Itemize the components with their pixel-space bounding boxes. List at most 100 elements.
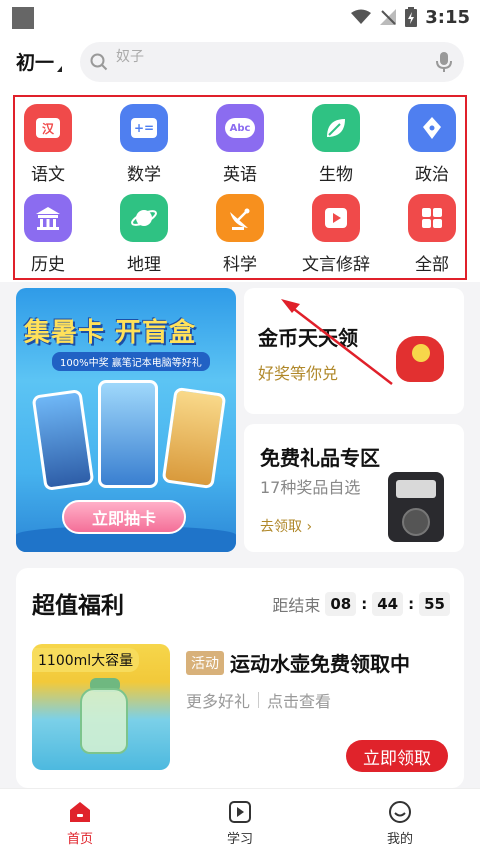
- device-screen: [396, 480, 436, 498]
- status-time: 3:15: [425, 6, 470, 28]
- leaf-icon: [327, 119, 345, 137]
- english-icon: Abc: [216, 104, 264, 152]
- product-title[interactable]: 活动 运动水壶免费领取中: [186, 648, 410, 677]
- search-icon: [90, 53, 108, 71]
- coin-title: 金币天天领: [258, 326, 358, 350]
- banner-subtitle: 100%中奖 赢笔记本电脑等好礼: [52, 352, 210, 371]
- countdown: 距结束 08 : 44 : 55: [272, 592, 450, 616]
- home-icon: [70, 802, 90, 822]
- coin-card[interactable]: 金币天天领 好奖等你兑: [244, 288, 464, 414]
- tab-mine[interactable]: 我的: [320, 789, 480, 853]
- subject-geography[interactable]: 地理: [99, 188, 189, 278]
- subject-label: 英语: [223, 165, 257, 185]
- product-name: 运动水壶免费领取中: [230, 652, 410, 676]
- video-icon: [325, 208, 347, 228]
- subject-label: 语文: [31, 165, 65, 185]
- caret-icon: [57, 66, 63, 72]
- grade-selector[interactable]: 初一: [16, 48, 63, 75]
- grid-icon: [422, 208, 442, 228]
- countdown-hours: 08: [325, 592, 357, 616]
- gift-card[interactable]: 免费礼品专区 17种奖品自选 去领取 ›: [244, 424, 464, 552]
- countdown-label: 距结束: [272, 596, 321, 615]
- view-link[interactable]: 点击查看: [267, 688, 331, 712]
- countdown-separator: :: [361, 595, 368, 613]
- subject-label: 数学: [127, 165, 161, 185]
- subject-all[interactable]: 全部: [387, 188, 477, 278]
- classical-chinese-icon: [312, 194, 360, 242]
- coin-subtitle: 好奖等你兑: [258, 364, 339, 383]
- welfare-section: 超值福利 距结束 08 : 44 : 55 1100ml大容量 活动 运动水壶免…: [16, 568, 464, 788]
- countdown-minutes: 44: [372, 592, 404, 616]
- search-bar[interactable]: 奴子: [80, 42, 464, 82]
- grade-label: 初一: [16, 52, 55, 74]
- tab-label: 学习: [226, 832, 253, 847]
- subject-label: 科学: [223, 255, 257, 275]
- claim-button[interactable]: 立即领取: [346, 740, 448, 772]
- card-image: [31, 388, 95, 492]
- wifi-icon: [351, 9, 372, 24]
- card-image: [98, 380, 158, 488]
- subject-history[interactable]: 历史: [3, 188, 93, 278]
- welfare-title: 超值福利: [32, 593, 124, 619]
- study-video-icon: [229, 801, 251, 823]
- geography-icon: [120, 194, 168, 242]
- tab-label: 我的: [386, 832, 413, 847]
- card-image: [161, 386, 227, 490]
- planet-icon: [131, 210, 157, 226]
- countdown-separator: :: [408, 595, 415, 613]
- subject-label: 文言修辞: [302, 255, 370, 275]
- subject-grid: 汉 语文 += 数学 Abc 英语 生物 政治 历史 地理 科学 文言修辞 全部: [0, 90, 480, 282]
- subject-math[interactable]: += 数学: [99, 98, 189, 188]
- bottom-tab-bar: 首页 学习 我的: [0, 788, 480, 853]
- product-tag: 1100ml大容量: [32, 648, 140, 672]
- english-glyph: Abc: [225, 118, 255, 138]
- product-more: 更多好礼 点击查看: [186, 688, 331, 712]
- politics-icon: [408, 104, 456, 152]
- notification-icon: [12, 7, 34, 29]
- subject-chinese[interactable]: 汉 语文: [3, 98, 93, 188]
- chinese-icon: 汉: [24, 104, 72, 152]
- math-icon: +=: [120, 104, 168, 152]
- gift-link[interactable]: 去领取 ›: [260, 516, 312, 536]
- subject-english[interactable]: Abc 英语: [195, 98, 285, 188]
- status-icons: 3:15: [351, 4, 470, 30]
- status-bar: 3:15: [0, 0, 480, 34]
- coin-icon: [412, 344, 430, 362]
- subject-label: 生物: [319, 165, 353, 185]
- profile-face-icon: [389, 801, 411, 823]
- countdown-seconds: 55: [419, 592, 450, 616]
- subject-classical-chinese[interactable]: 文言修辞: [291, 188, 381, 278]
- gift-title: 免费礼品专区: [260, 446, 380, 470]
- math-glyph: +=: [131, 118, 157, 138]
- device-knob: [402, 508, 430, 536]
- gift-subtitle: 17种奖品自选: [260, 478, 361, 497]
- divider: [258, 692, 260, 708]
- tab-study[interactable]: 学习: [160, 789, 320, 853]
- microphone-icon[interactable]: [436, 51, 452, 73]
- science-icon: [216, 194, 264, 242]
- product-image[interactable]: 1100ml大容量: [32, 644, 170, 770]
- pen-nib-icon: [423, 117, 441, 139]
- subject-label: 政治: [415, 165, 449, 185]
- chinese-glyph: 汉: [36, 118, 60, 138]
- palace-icon: [36, 207, 60, 230]
- subject-label: 地理: [127, 255, 161, 275]
- subject-label: 历史: [31, 255, 65, 275]
- tab-label: 首页: [66, 832, 93, 847]
- activity-badge: 活动: [186, 650, 224, 675]
- history-icon: [24, 194, 72, 242]
- header: 初一 奴子: [0, 34, 480, 90]
- more-gifts-link[interactable]: 更多好礼: [186, 688, 250, 712]
- draw-card-button[interactable]: 立即抽卡: [62, 500, 186, 534]
- tab-home[interactable]: 首页: [0, 789, 160, 853]
- subject-biology[interactable]: 生物: [291, 98, 381, 188]
- blind-box-banner[interactable]: 集暑卡 开盲盒 100%中奖 赢笔记本电脑等好礼 立即抽卡: [16, 288, 236, 552]
- battery-icon: [405, 7, 418, 27]
- satellite-dish-icon: [230, 208, 250, 230]
- bottle-icon: [80, 688, 128, 754]
- subject-science[interactable]: 科学: [195, 188, 285, 278]
- subject-politics[interactable]: 政治: [387, 98, 477, 188]
- device-image: [388, 472, 444, 542]
- subject-label: 全部: [415, 255, 449, 275]
- search-placeholder: 奴子: [116, 49, 144, 65]
